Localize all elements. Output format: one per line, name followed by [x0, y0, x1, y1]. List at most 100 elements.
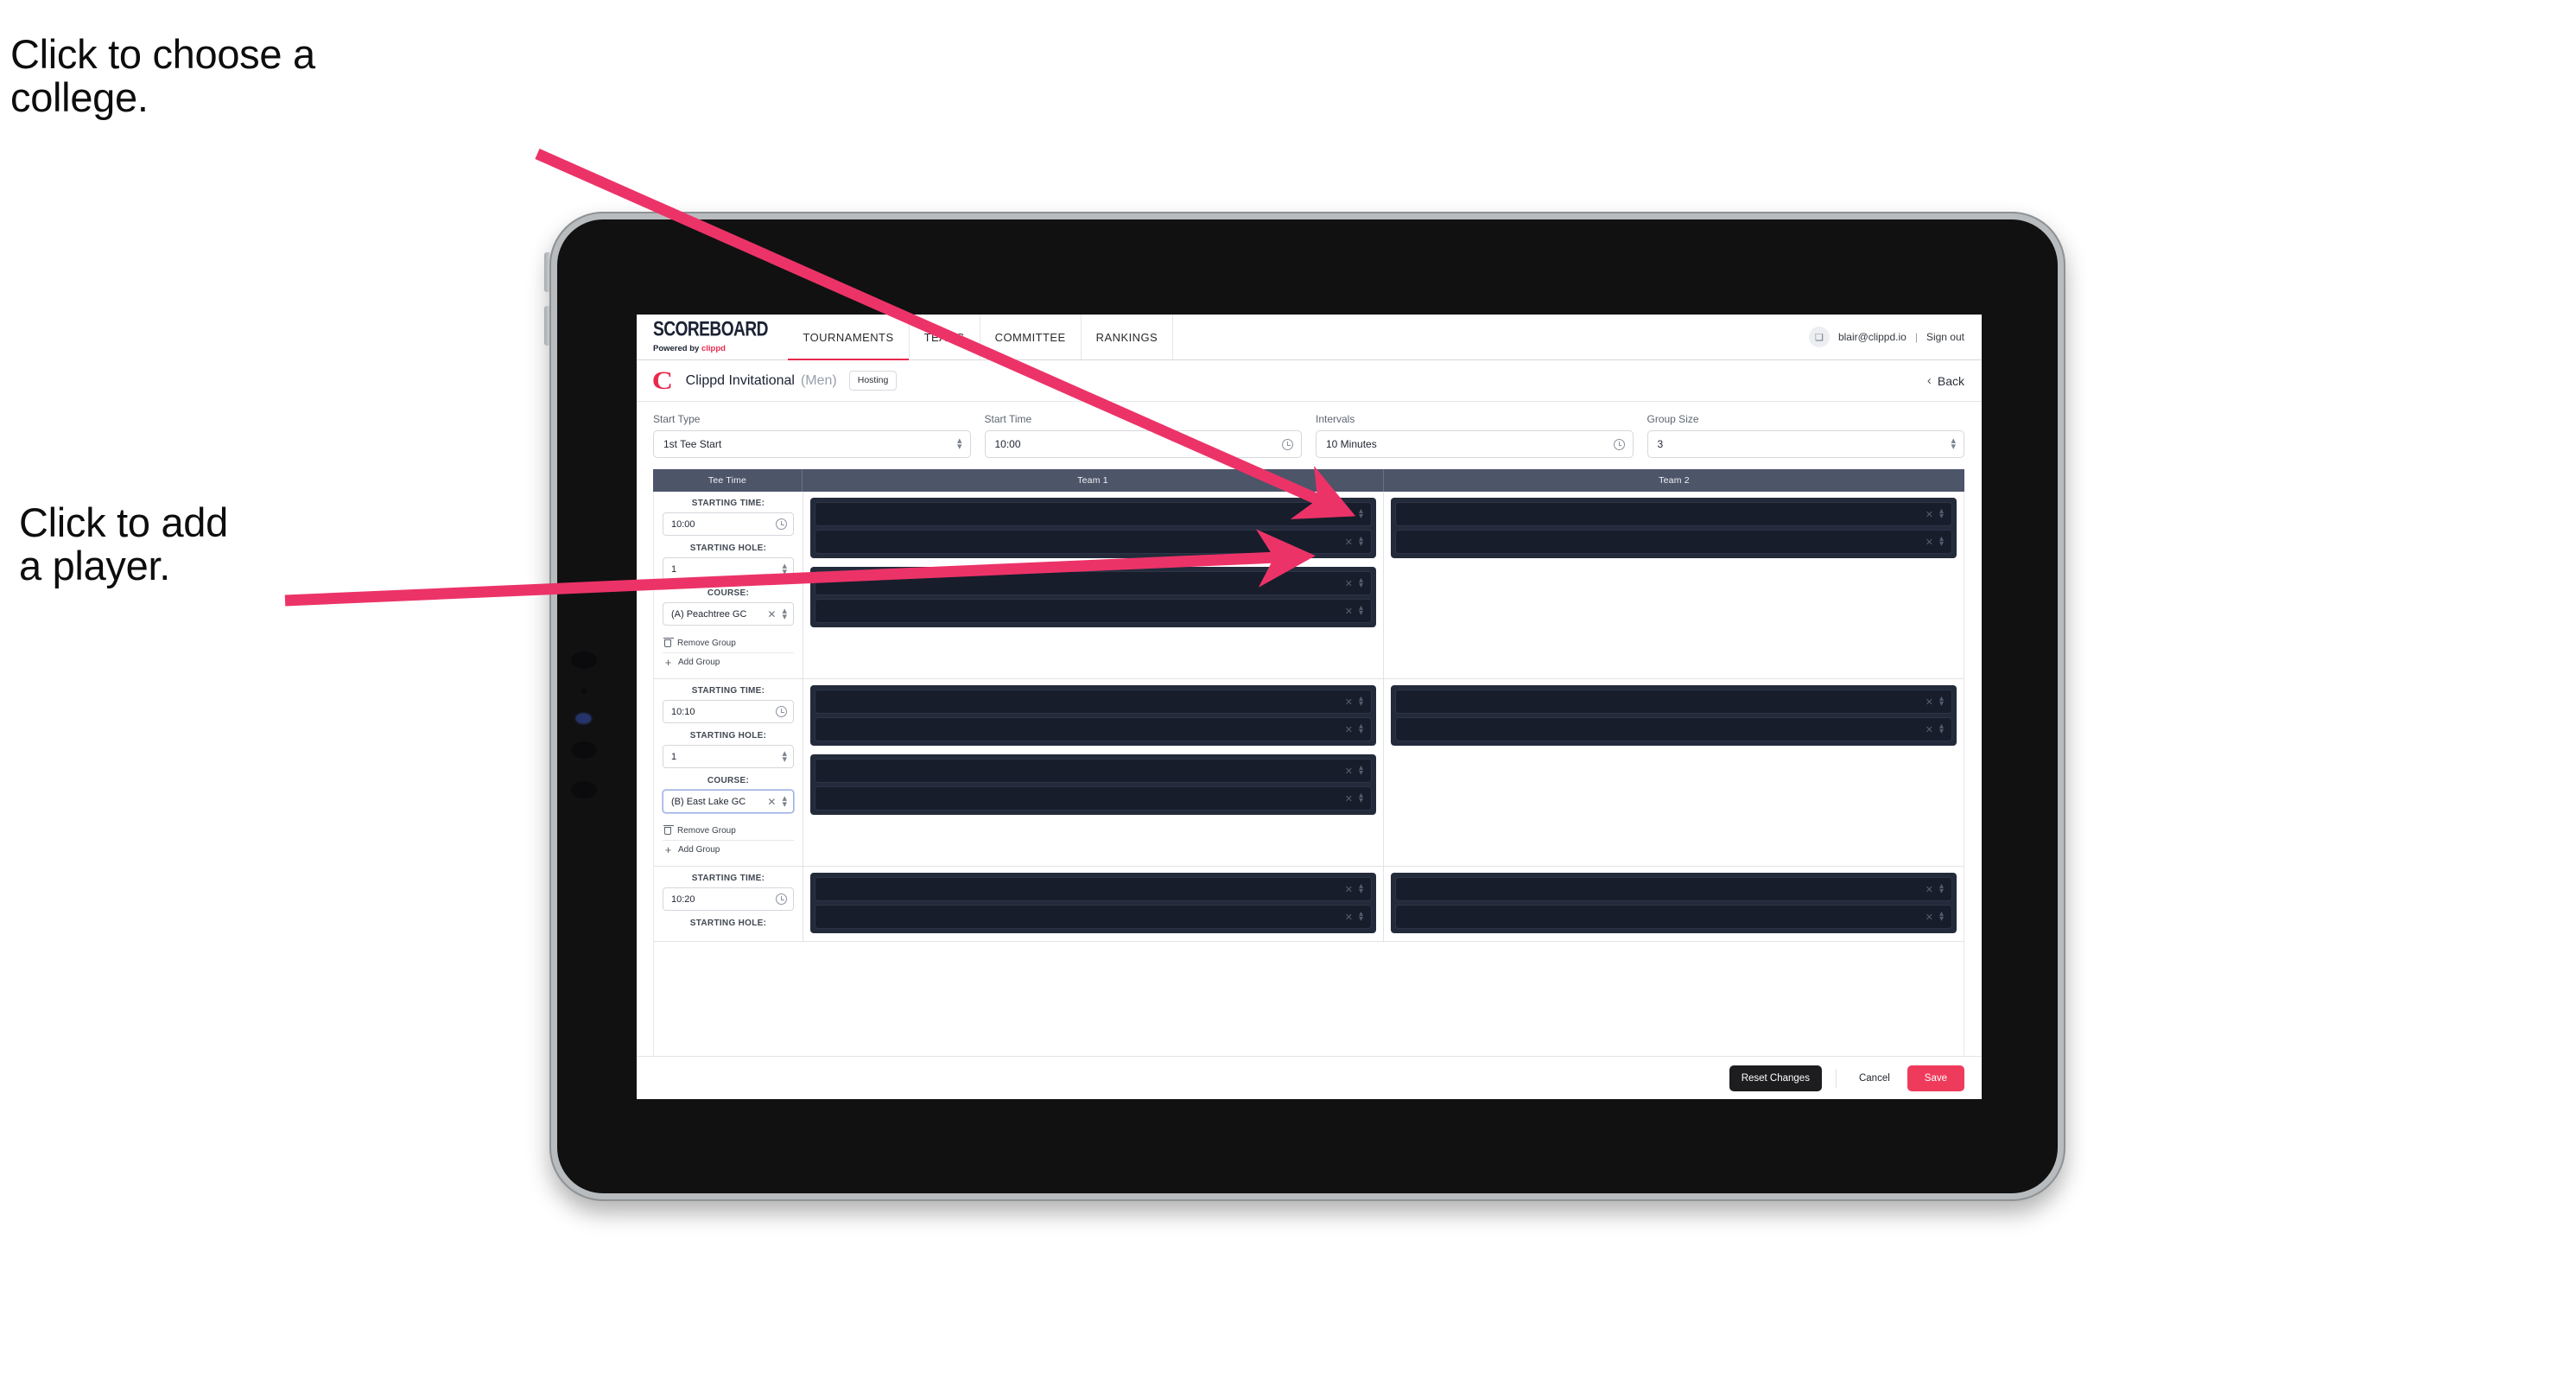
team1-cell: ✕ ▴ ▾ ✕ ▴ ▾ ✕ ▴ ▾ ✕ ▴ ▾ [803, 492, 1384, 678]
clear-icon[interactable]: ✕ [1345, 766, 1353, 777]
starting-time-input[interactable]: 10:10 [663, 700, 794, 723]
chevron-updown-icon: ▴ ▾ [1358, 790, 1363, 805]
course-select[interactable]: (B) East Lake GC ✕ ▴ ▾ [663, 790, 794, 813]
player-select-row[interactable]: ✕ ▴ ▾ [1395, 530, 1952, 554]
player-select-row[interactable]: ✕ ▴ ▾ [1395, 717, 1952, 741]
player-select-row[interactable]: ✕ ▴ ▾ [815, 502, 1372, 526]
avatar[interactable]: ❑ [1808, 327, 1830, 347]
clock-icon [1282, 438, 1293, 450]
trash-icon [663, 638, 674, 647]
player-select-row[interactable]: ✕ ▴ ▾ [1395, 502, 1952, 526]
player-select-row[interactable]: ✕ ▴ ▾ [815, 571, 1372, 595]
nav-tab-committee[interactable]: COMMITTEE [980, 315, 1082, 359]
clear-icon[interactable]: ✕ [1345, 912, 1353, 923]
table-row: STARTING TIME: 10:00 STARTING HOLE: 1 ▴ ▾ COUR… [654, 492, 1964, 679]
clear-icon[interactable]: ✕ [1926, 509, 1933, 520]
player-select-row[interactable]: ✕ ▴ ▾ [815, 690, 1372, 714]
remove-group-button[interactable]: Remove Group [663, 823, 794, 841]
clear-icon[interactable]: ✕ [1345, 578, 1353, 589]
chevron-updown-icon: ▴ ▾ [1358, 575, 1363, 590]
intervals-input[interactable]: 10 Minutes [1316, 430, 1634, 458]
clear-icon[interactable]: ✕ [1926, 912, 1933, 923]
intervals-value: 10 Minutes [1326, 438, 1377, 450]
clear-icon[interactable]: ✕ [1345, 793, 1353, 804]
control-intervals-label: Intervals [1316, 413, 1355, 425]
start-type-select[interactable]: 1st Tee Start ▴ ▾ [653, 430, 971, 458]
player-select-row[interactable]: ✕ ▴ ▾ [1395, 690, 1952, 714]
control-start-time-label: Start Time [984, 413, 1032, 425]
avatar-glyph: ❑ [1815, 332, 1824, 343]
starting-time-label: STARTING TIME: [691, 686, 765, 696]
player-group-block: ✕ ▴ ▾ ✕ ▴ ▾ [810, 567, 1376, 627]
clear-icon[interactable]: ✕ [1926, 537, 1933, 548]
player-select-row[interactable]: ✕ ▴ ▾ [815, 877, 1372, 901]
starting-hole-input-value: 1 [671, 563, 677, 575]
nav-user-area: ❑ blair@clippd.io | Sign out [1808, 315, 1982, 359]
clear-icon[interactable]: ✕ [767, 608, 776, 620]
chevron-updown-icon: ▴ ▾ [1938, 908, 1944, 924]
start-time-input[interactable]: 10:00 [984, 430, 1302, 458]
scoreboard-logo[interactable]: SCOREBOARD Powered by clippd [637, 315, 788, 359]
player-select-row[interactable]: ✕ ▴ ▾ [815, 530, 1372, 554]
clear-icon[interactable]: ✕ [1345, 606, 1353, 617]
speaker-dot-mid [571, 741, 597, 759]
cancel-button[interactable]: Cancel [1850, 1065, 1899, 1091]
save-button[interactable]: Save [1907, 1065, 1964, 1091]
team2-cell: ✕ ▴ ▾ ✕ ▴ ▾ [1384, 492, 1964, 678]
nav-tab-tournaments[interactable]: TOURNAMENTS [788, 315, 910, 360]
course-select[interactable]: (A) Peachtree GC ✕ ▴ ▾ [663, 602, 794, 626]
player-select-row[interactable]: ✕ ▴ ▾ [1395, 877, 1952, 901]
team1-cell: ✕ ▴ ▾ ✕ ▴ ▾ ✕ ▴ ▾ ✕ ▴ ▾ [803, 679, 1384, 866]
player-select-row[interactable]: ✕ ▴ ▾ [815, 599, 1372, 623]
add-group-button[interactable]: + Add Group [663, 841, 794, 860]
player-group-block: ✕ ▴ ▾ ✕ ▴ ▾ [810, 873, 1376, 933]
player-select-row[interactable]: ✕ ▴ ▾ [815, 905, 1372, 929]
clear-icon[interactable]: ✕ [1926, 884, 1933, 895]
player-group-block: ✕ ▴ ▾ ✕ ▴ ▾ [810, 685, 1376, 746]
clear-icon[interactable]: ✕ [1345, 537, 1353, 548]
player-select-row[interactable]: ✕ ▴ ▾ [815, 786, 1372, 811]
back-button[interactable]: ‹ Back [1927, 373, 1964, 388]
clear-icon[interactable]: ✕ [1345, 724, 1353, 735]
nav-tab-teams[interactable]: TEAMS [910, 315, 980, 359]
clock-icon [776, 706, 787, 717]
clear-icon[interactable]: ✕ [1345, 884, 1353, 895]
clear-icon[interactable]: ✕ [1345, 509, 1353, 520]
speaker-dot-top [571, 652, 597, 669]
clippd-logo-icon: C [651, 366, 673, 395]
chevron-updown-icon: ▴ ▾ [782, 747, 787, 765]
clear-icon[interactable]: ✕ [1926, 724, 1933, 735]
player-select-row[interactable]: ✕ ▴ ▾ [815, 759, 1372, 783]
clear-icon[interactable]: ✕ [767, 796, 776, 808]
nav-tab-rankings[interactable]: RANKINGS [1082, 315, 1174, 359]
chevron-updown-icon: ▴ ▾ [1938, 881, 1944, 896]
course-label: COURSE: [707, 588, 750, 598]
reset-changes-button[interactable]: Reset Changes [1729, 1065, 1822, 1091]
add-group-button[interactable]: + Add Group [663, 653, 794, 672]
clock-icon [776, 893, 787, 905]
remove-group-label: Remove Group [677, 639, 736, 648]
starting-hole-label: STARTING HOLE: [689, 544, 767, 553]
remove-group-button[interactable]: Remove Group [663, 635, 794, 653]
clock-icon [1613, 438, 1625, 450]
top-navigation-bar: SCOREBOARD Powered by clippd TOURNAMENTS… [637, 315, 1982, 360]
player-select-row[interactable]: ✕ ▴ ▾ [815, 717, 1372, 741]
chevron-updown-icon: ▴ ▾ [1358, 505, 1363, 521]
control-intervals: Intervals 10 Minutes [1316, 413, 1647, 458]
group-actions: Remove Group + Add Group [663, 635, 794, 672]
chevron-updown-icon: ▴ ▾ [1951, 436, 1956, 452]
chevron-updown-icon: ▴ ▾ [956, 436, 962, 452]
chevron-updown-icon: ▴ ▾ [782, 605, 787, 622]
player-select-row[interactable]: ✕ ▴ ▾ [1395, 905, 1952, 929]
group-size-select[interactable]: 3 ▴ ▾ [1646, 430, 1964, 458]
control-group-size: Group Size 3 ▴ ▾ [1646, 413, 1964, 458]
starting-time-input[interactable]: 10:00 [663, 512, 794, 536]
clear-icon[interactable]: ✕ [1345, 696, 1353, 708]
brand-sub-clippd: clippd [701, 344, 726, 353]
starting-time-input[interactable]: 10:20 [663, 887, 794, 911]
clear-icon[interactable]: ✕ [1926, 696, 1933, 708]
starting-hole-input[interactable]: 1 ▴ ▾ [663, 745, 794, 768]
sign-out-link[interactable]: Sign out [1926, 331, 1964, 343]
starting-hole-input[interactable]: 1 ▴ ▾ [663, 557, 794, 581]
